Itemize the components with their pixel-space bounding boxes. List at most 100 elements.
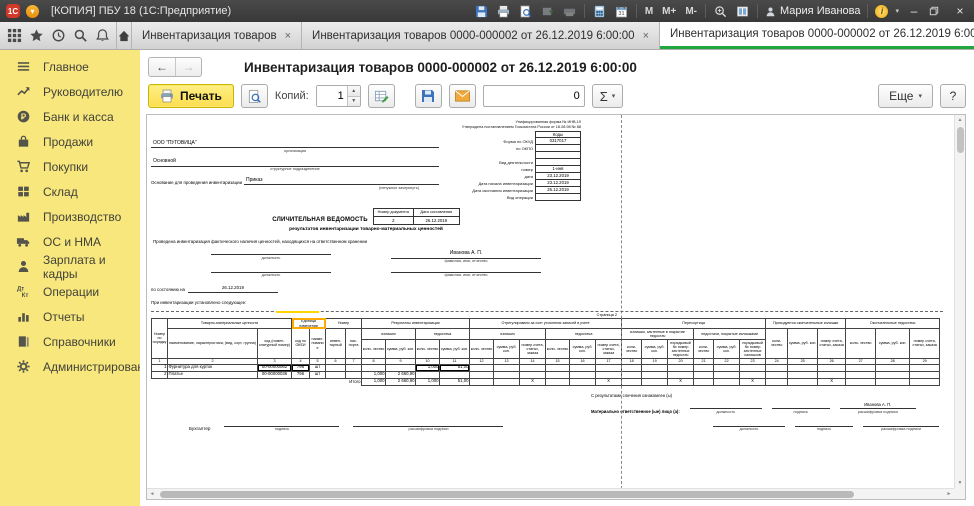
horizontal-scrollbar[interactable]: ◄ ►: [147, 488, 954, 499]
scroll-down-icon[interactable]: ▼: [955, 478, 965, 488]
forward-button[interactable]: →: [175, 58, 201, 76]
page-title: Инвентаризация товаров 0000-000002 от 26…: [244, 60, 637, 75]
th-tmc-code: код (номен- клатурный номер): [258, 329, 292, 359]
sidebar-item-operacii[interactable]: ДтКт Операции: [0, 279, 140, 304]
th-unit[interactable]: Единица измерения: [292, 318, 326, 328]
save-icon[interactable]: [474, 4, 489, 19]
trend-chart-icon: [15, 84, 31, 100]
restore-button[interactable]: [929, 6, 945, 16]
print-button[interactable]: Печать: [148, 84, 234, 108]
copies-up-icon[interactable]: ▲: [348, 86, 360, 96]
tab-bar: Инвентаризация товаров × Инвентаризация …: [0, 22, 974, 50]
responsible-name: расшифровка подписи: [863, 422, 939, 432]
sidebar-item-rukovoditelyu[interactable]: Руководителю: [0, 79, 140, 104]
minimize-button[interactable]: –: [906, 4, 922, 18]
responsible-position: должность: [713, 422, 785, 432]
scroll-left-icon[interactable]: ◄: [147, 489, 157, 499]
search-icon[interactable]: [70, 25, 90, 47]
more-button[interactable]: Еще ▾: [878, 84, 933, 108]
service-menu-icon[interactable]: ▾: [26, 5, 39, 18]
print-preview-area[interactable]: Унифицированная форма № ИНВ-19 Утвержден…: [146, 114, 966, 500]
notifications-icon[interactable]: [92, 25, 112, 47]
memory-add-button[interactable]: M+: [661, 6, 677, 17]
info-icon[interactable]: i: [875, 5, 888, 18]
app-logo-icon[interactable]: 1С: [6, 4, 20, 18]
sidebar-item-prodazhi[interactable]: Продажи: [0, 129, 140, 154]
calendar-icon[interactable]: 31: [614, 4, 629, 19]
th-adjusted: Отрегулировано за счет уточнения записей…: [470, 318, 622, 328]
edit-table-button[interactable]: [368, 84, 395, 108]
vertical-scrollbar[interactable]: ▲ ▼: [954, 115, 965, 488]
sidebar-item-administrirovanie[interactable]: Администрирование: [0, 354, 140, 379]
table-row[interactable]: 1 Фурнитура для курток 00-00000062 796 ш…: [152, 364, 940, 371]
th-qty: коли- чество: [470, 340, 494, 359]
copies-stepper[interactable]: ▲ ▼: [316, 85, 361, 107]
copies-down-icon[interactable]: ▼: [348, 96, 360, 107]
save-file-button[interactable]: [415, 84, 442, 108]
print-preview-icon[interactable]: [518, 4, 533, 19]
help-button[interactable]: ?: [940, 84, 966, 108]
sum-function-button[interactable]: Σ ▾: [592, 84, 624, 108]
sidebar-item-glavnoe[interactable]: Главное: [0, 54, 140, 79]
sidebar-item-proizvodstvo[interactable]: Производство: [0, 204, 140, 229]
tab-inventory-doc[interactable]: Инвентаризация товаров 0000-000002 от 26…: [302, 22, 660, 49]
menu-lines-icon: [15, 59, 31, 75]
sidebar-item-os-i-nma[interactable]: ОС и НМА: [0, 229, 140, 254]
current-user[interactable]: Мария Иванова: [765, 5, 860, 17]
scroll-up-icon[interactable]: ▲: [955, 115, 965, 125]
print-add-icon[interactable]: [540, 4, 555, 19]
sidebar-item-zarplata-i-kadry[interactable]: Зарплата и кадры: [0, 254, 140, 279]
th-sum: сумма, руб. коп.: [714, 340, 740, 359]
titlebar-separator: [757, 4, 758, 18]
zoom-icon[interactable]: [713, 4, 728, 19]
apps-menu-icon[interactable]: [4, 25, 24, 47]
history-icon[interactable]: [48, 25, 68, 47]
form-subtitle: результатов инвентаризации товарно-матер…: [151, 227, 581, 233]
th-final-surplus: Приходуются окончательные излишки: [766, 318, 846, 328]
sidebar-item-bank-i-kassa[interactable]: P Банк и касса: [0, 104, 140, 129]
sidebar-item-sklad[interactable]: Склад: [0, 179, 140, 204]
preview-icon: [247, 89, 262, 104]
th-resort-shortage: недостачи, покрытые излишками: [694, 329, 766, 340]
print-icon[interactable]: [496, 4, 511, 19]
sidebar-item-spravochniki[interactable]: Справочники: [0, 329, 140, 354]
th-qty: коли- чество: [766, 329, 788, 359]
send-email-button[interactable]: [449, 84, 476, 108]
th-tmc: Товарно-материальные ценности: [168, 318, 292, 328]
inventory-table[interactable]: Номер по порядку Товарно-материальные це…: [151, 318, 940, 386]
memory-subtract-button[interactable]: M-: [684, 6, 698, 17]
sidebar-item-otchety[interactable]: Отчеты: [0, 304, 140, 329]
home-tab[interactable]: [116, 22, 132, 49]
tab-close-icon[interactable]: ×: [643, 30, 649, 42]
memory-store-button[interactable]: M: [644, 6, 654, 17]
horizontal-scroll-thumb[interactable]: [160, 491, 854, 498]
tab-inventory-doc-print[interactable]: Инвентаризация товаров 0000-000002 от 26…: [660, 22, 974, 49]
calculator-icon[interactable]: [592, 4, 607, 19]
vertical-scroll-thumb[interactable]: [957, 127, 964, 153]
preview-button[interactable]: [241, 84, 268, 108]
split-view-icon[interactable]: [735, 4, 750, 19]
scroll-right-icon[interactable]: ►: [944, 489, 954, 499]
tab-close-icon[interactable]: ×: [285, 30, 291, 42]
th-qty: коли- чество: [846, 329, 876, 359]
back-button[interactable]: ←: [149, 58, 175, 76]
accountant-label: Бухгалтер: [189, 426, 210, 432]
established-text: При инвентаризации установлено следующее…: [151, 300, 947, 306]
th-sum: сумма, руб. коп.: [386, 340, 416, 359]
table-row[interactable]: 2 Платье 00-00000036 796 шт 1,000 2 660,…: [152, 371, 940, 378]
sidebar-item-pokupki[interactable]: Покупки: [0, 154, 140, 179]
print-settings-icon[interactable]: [562, 4, 577, 19]
main-content: ← → Инвентаризация товаров 0000-000002 о…: [140, 50, 974, 506]
codes-table: Коды Форма по ОКУД0317017 по ОКПО Вид де…: [445, 131, 581, 201]
copies-input[interactable]: [317, 86, 347, 106]
cut-line: [151, 311, 943, 312]
caret-down-icon: ▾: [612, 92, 616, 100]
organization-caption: организация: [151, 148, 439, 153]
th-sum: сумма, руб. коп.: [440, 340, 470, 359]
th-ord-sur: порядковый № номер зачтенных излишков: [740, 340, 766, 359]
sum-field[interactable]: [483, 85, 585, 107]
tab-inventory-list[interactable]: Инвентаризация товаров ×: [132, 22, 302, 49]
close-button[interactable]: ×: [952, 4, 968, 18]
favorites-icon[interactable]: [26, 25, 46, 47]
collapse-ribbon-icon[interactable]: ▾: [895, 7, 899, 15]
